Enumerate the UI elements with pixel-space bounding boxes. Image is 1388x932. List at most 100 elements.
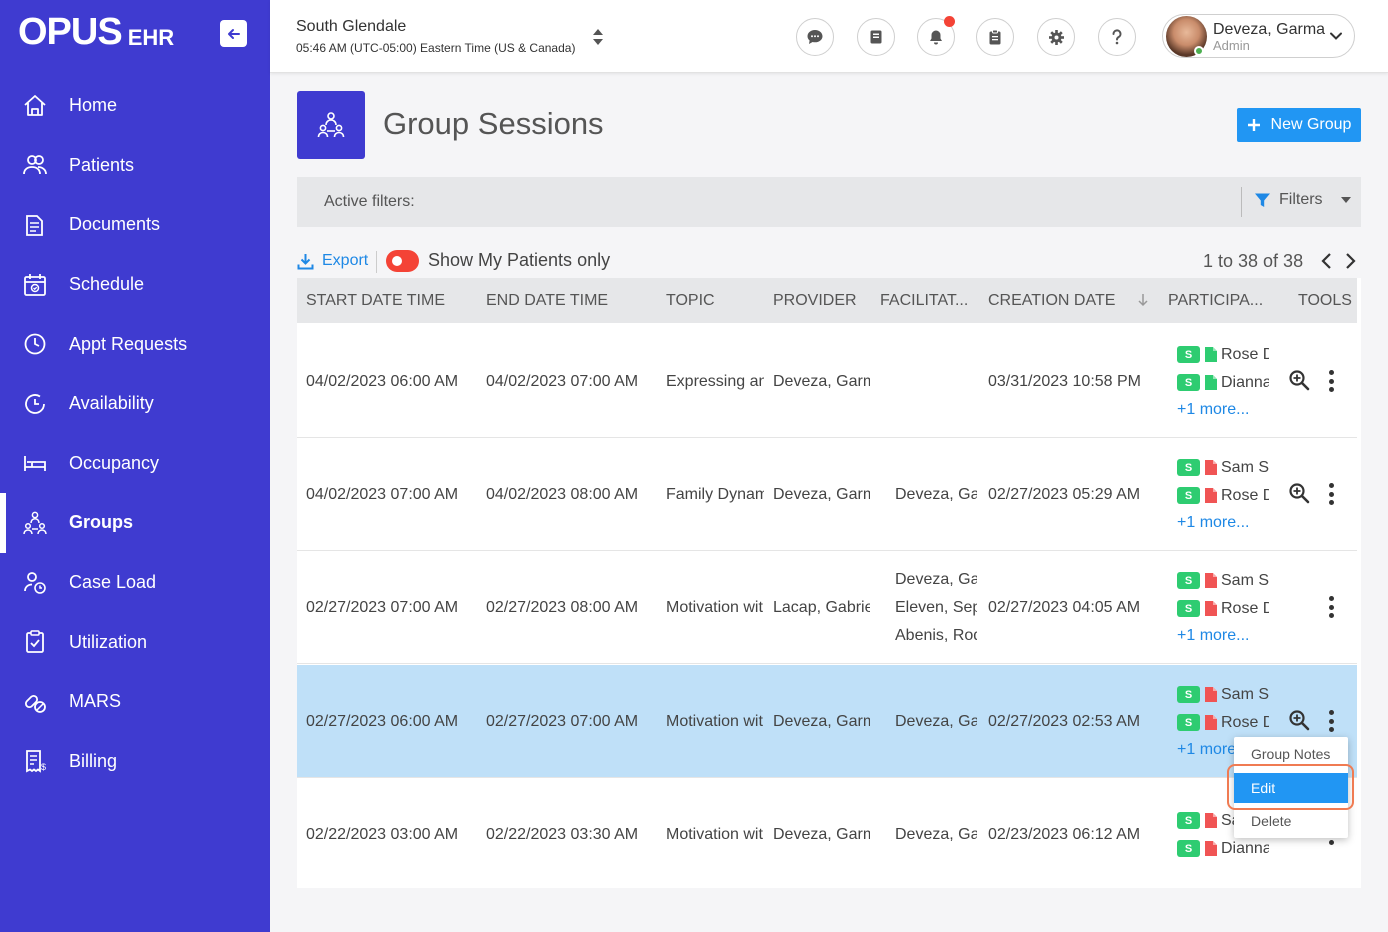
show-my-patients-toggle[interactable] bbox=[386, 250, 419, 272]
app-logo[interactable]: OPUS EHR bbox=[18, 12, 174, 52]
participant-item[interactable]: S Rose D bbox=[1177, 713, 1269, 733]
bell-icon bbox=[930, 30, 942, 44]
sort-down-icon[interactable] bbox=[1137, 293, 1149, 312]
sidebar-nav: Home Patients Documents Schedule Appt Reques… bbox=[0, 76, 270, 791]
provider-cell: Deveza, Garm bbox=[773, 485, 870, 503]
notebook-icon bbox=[870, 30, 882, 44]
sidebar-item-home[interactable]: Home bbox=[0, 76, 270, 136]
new-group-button[interactable]: New Group bbox=[1237, 108, 1361, 142]
filters-bar: Active filters: Filters bbox=[297, 177, 1361, 227]
participant-name: Rose D bbox=[1221, 345, 1269, 363]
table-row[interactable]: 04/02/2023 06:00 AM 04/02/2023 07:00 AM Ex… bbox=[297, 325, 1357, 438]
show-my-patients-label: Show My Patients only bbox=[428, 250, 611, 270]
more-participants-link[interactable]: +1 more... bbox=[1177, 401, 1269, 419]
location-switch-icon[interactable] bbox=[592, 28, 604, 51]
chat-icon bbox=[807, 30, 823, 44]
help-button[interactable] bbox=[1098, 18, 1136, 56]
clipboard-button[interactable] bbox=[976, 18, 1014, 56]
sidebar-item-utilization[interactable]: Utilization bbox=[0, 612, 270, 672]
user-menu[interactable]: Deveza, Garma Admin bbox=[1162, 14, 1355, 58]
row-actions-kebab-icon[interactable] bbox=[1327, 483, 1335, 505]
sidebar-item-label: Availability bbox=[69, 393, 154, 414]
column-header-topic[interactable]: TOPIC bbox=[666, 292, 715, 310]
table-row[interactable]: 04/02/2023 07:00 AM 04/02/2023 08:00 AM Fa… bbox=[297, 438, 1357, 551]
start-date-time-cell: 02/27/2023 06:00 AM bbox=[306, 712, 459, 730]
patients-icon bbox=[22, 152, 48, 178]
chat-button[interactable] bbox=[796, 18, 834, 56]
table-row[interactable]: 02/27/2023 07:00 AM 02/27/2023 08:00 AM Mo… bbox=[297, 551, 1357, 664]
sidebar: OPUS EHR Home Patients Documents Schedule Ap… bbox=[0, 0, 270, 932]
sidebar-item-documents[interactable]: Documents bbox=[0, 195, 270, 255]
participant-item[interactable]: S Sam S bbox=[1177, 685, 1269, 705]
sidebar-item-case-load[interactable]: Case Load bbox=[0, 553, 270, 613]
sidebar-item-mars[interactable]: MARS bbox=[0, 672, 270, 732]
start-date-time-cell: 04/02/2023 07:00 AM bbox=[306, 485, 459, 503]
column-header-creation-date[interactable]: CREATION DATE bbox=[988, 292, 1115, 310]
calendar-icon bbox=[22, 272, 48, 298]
facilitators-cell: Deveza, Gar Eleven, Sept Abenis, Rod bbox=[895, 551, 977, 664]
participant-item[interactable]: S Rose D bbox=[1177, 599, 1269, 619]
end-date-time-cell: 04/02/2023 08:00 AM bbox=[486, 485, 639, 503]
topic-cell: Motivation wit bbox=[666, 712, 763, 730]
participant-item[interactable]: S Sam S bbox=[1177, 458, 1269, 478]
more-participants-link[interactable]: +1 more... bbox=[1177, 627, 1269, 645]
start-date-time-cell: 02/27/2023 07:00 AM bbox=[306, 598, 459, 616]
zoom-in-icon[interactable] bbox=[1288, 482, 1310, 509]
sidebar-item-patients[interactable]: Patients bbox=[0, 136, 270, 196]
menu-item-delete[interactable]: Delete bbox=[1234, 806, 1348, 836]
notifications-button[interactable] bbox=[917, 16, 955, 56]
row-actions-kebab-icon[interactable] bbox=[1327, 370, 1335, 392]
creation-date-cell: 02/23/2023 06:12 AM bbox=[988, 825, 1141, 843]
plus-icon bbox=[1247, 119, 1260, 131]
participant-name: Dianna bbox=[1221, 373, 1269, 391]
participant-item[interactable]: S Rose D bbox=[1177, 345, 1269, 365]
location-time: 05:46 AM (UTC-05:00) Eastern Time (US & … bbox=[296, 41, 576, 55]
participant-name: Sam S bbox=[1221, 458, 1269, 476]
svg-text:$: $ bbox=[41, 762, 46, 772]
location-name: South Glendale bbox=[296, 18, 407, 35]
sidebar-item-billing[interactable]: $ Billing bbox=[0, 732, 270, 792]
sidebar-item-appt-requests[interactable]: Appt Requests bbox=[0, 314, 270, 374]
groups-icon bbox=[22, 510, 48, 536]
column-header-participants[interactable]: PARTICIPA... bbox=[1168, 292, 1263, 310]
notebook-button[interactable] bbox=[857, 18, 895, 56]
chevron-right-icon[interactable] bbox=[1343, 252, 1357, 275]
row-actions-kebab-icon[interactable] bbox=[1327, 710, 1335, 732]
document-red-icon bbox=[1205, 601, 1217, 616]
status-badge: S bbox=[1177, 686, 1200, 703]
settings-button[interactable] bbox=[1037, 18, 1075, 56]
participant-item[interactable]: S Dianna bbox=[1177, 839, 1269, 859]
participant-item[interactable]: S Dianna bbox=[1177, 373, 1269, 393]
participant-item[interactable]: S Rose D bbox=[1177, 486, 1269, 506]
column-header-provider[interactable]: PROVIDER bbox=[773, 292, 857, 310]
provider-cell: Deveza, Garm bbox=[773, 712, 870, 730]
column-header-start-date-time[interactable]: START DATE TIME bbox=[306, 292, 445, 310]
collapse-sidebar-button[interactable] bbox=[220, 20, 247, 47]
status-badge: S bbox=[1177, 346, 1200, 363]
sidebar-item-label: Schedule bbox=[69, 274, 145, 295]
column-header-facilitators[interactable]: FACILITAT... bbox=[880, 292, 968, 310]
participant-item[interactable]: S Sam S bbox=[1177, 571, 1269, 591]
export-divider bbox=[376, 251, 377, 273]
clock-icon bbox=[22, 331, 48, 357]
sidebar-item-availability[interactable]: Availability bbox=[0, 374, 270, 434]
sidebar-item-groups[interactable]: Groups bbox=[0, 493, 270, 553]
column-header-end-date-time[interactable]: END DATE TIME bbox=[486, 292, 608, 310]
zoom-in-icon[interactable] bbox=[1288, 369, 1310, 396]
zoom-in-icon[interactable] bbox=[1288, 709, 1310, 736]
status-badge: S bbox=[1177, 374, 1200, 391]
table-row[interactable]: 02/27/2023 06:00 AM 02/27/2023 07:00 AM Mo… bbox=[297, 665, 1357, 778]
facilitators-cell: Deveza, Gar bbox=[895, 665, 977, 778]
facilitators-cell: Deveza, Gar bbox=[895, 438, 977, 551]
chevron-left-icon[interactable] bbox=[1320, 252, 1334, 275]
filters-button[interactable]: Filters bbox=[1254, 191, 1351, 209]
more-participants-link[interactable]: +1 more... bbox=[1177, 514, 1269, 532]
topic-cell: Motivation wit bbox=[666, 825, 763, 843]
export-button[interactable]: Export bbox=[297, 252, 368, 270]
row-actions-kebab-icon[interactable] bbox=[1327, 596, 1335, 618]
sidebar-item-occupancy[interactable]: Occupancy bbox=[0, 434, 270, 494]
sidebar-item-label: Utilization bbox=[69, 631, 148, 652]
table-row[interactable]: 02/22/2023 03:00 AM 02/22/2023 03:30 AM Mo… bbox=[297, 778, 1357, 888]
start-date-time-cell: 02/22/2023 03:00 AM bbox=[306, 825, 459, 843]
sidebar-item-schedule[interactable]: Schedule bbox=[0, 255, 270, 315]
